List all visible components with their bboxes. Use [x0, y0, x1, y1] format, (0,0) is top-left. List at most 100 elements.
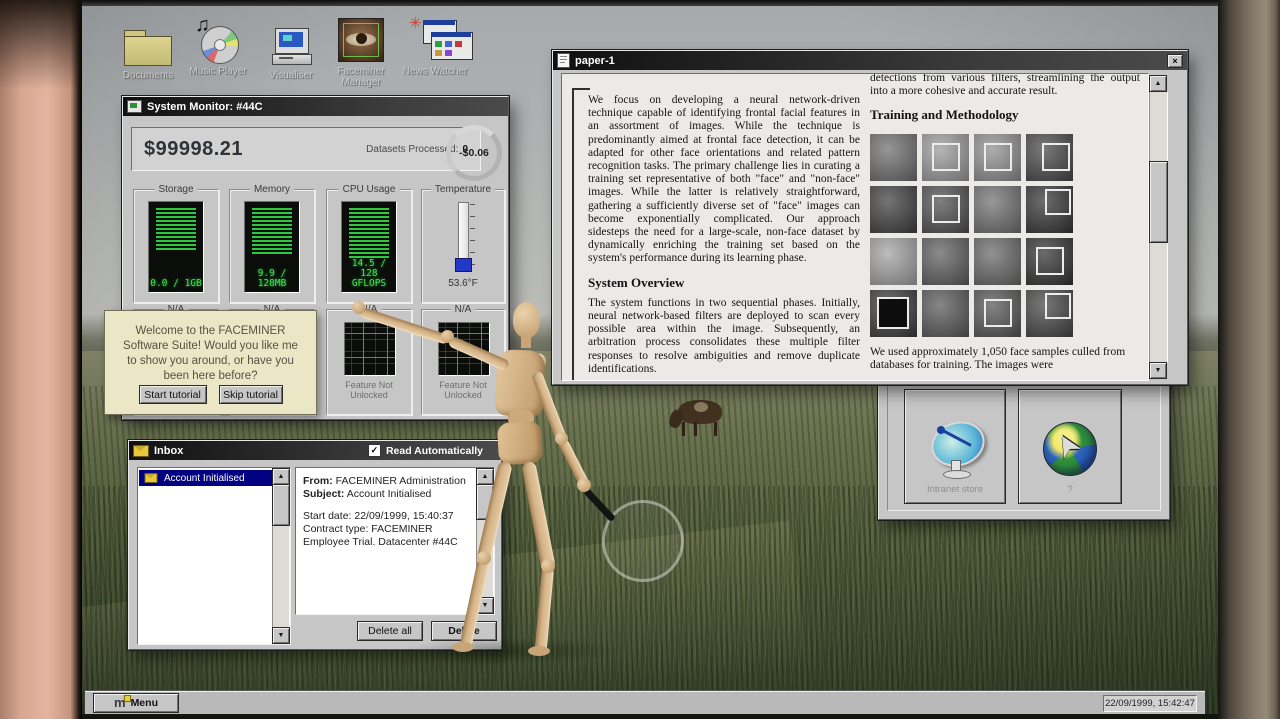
paper-page: We focus on developing a neural network-… [561, 73, 1149, 381]
paper-grid-caption: We used approximately 1,050 face samples… [870, 346, 1140, 372]
icon-label: Visualiser [258, 70, 324, 81]
icon-label: Documents [115, 70, 181, 81]
burst-icon: ✳ [409, 14, 422, 32]
taskbar: m Menu 22/09/1999, 15:42:47 [85, 691, 1205, 714]
document-icon [557, 53, 570, 68]
tutorial-tooltip: Welcome to the FACEMINER Software Suite!… [104, 310, 317, 415]
from-value: FACEMINER Administration [336, 475, 466, 487]
face-grid-tile [974, 290, 1021, 337]
cpu-label: CPU Usage [339, 184, 400, 195]
desktop-icon-documents[interactable]: Documents [115, 20, 181, 81]
close-icon[interactable]: × [1167, 54, 1183, 68]
face-grid-tile [1026, 134, 1073, 181]
monitor-bezel-left [0, 0, 82, 719]
paper-titlebar[interactable]: paper-1 × [553, 51, 1187, 70]
intranet-store-button[interactable]: Intranet store [904, 389, 1006, 504]
scroll-down-icon[interactable]: ▼ [476, 597, 494, 614]
menu-label: Menu [131, 697, 158, 709]
message-list-item[interactable]: Account Initialised [139, 470, 272, 486]
locked-grid-screen [344, 322, 396, 376]
cpu-value: 14.5 / 128 GFLOPS [342, 259, 396, 289]
balance-panel: $99998.21 Datasets Processed: 0 [131, 127, 481, 171]
detection-box [984, 143, 1012, 171]
scroll-up-icon[interactable]: ▲ [272, 468, 290, 485]
paper-column-2: detections from various filters, streaml… [870, 73, 1140, 130]
satellite-dish-icon [925, 420, 985, 478]
paper-scrollbar-thumb[interactable] [1149, 161, 1168, 243]
desktop-icon-faceminer[interactable]: Faceminer Manager [328, 16, 394, 88]
body-line: Employee Trial. Datacenter #44C [303, 536, 472, 549]
list-scrollbar-thumb[interactable] [272, 484, 290, 526]
temperature-panel: Temperature 53.6°F [421, 189, 505, 303]
face-grid-tile [870, 186, 917, 233]
face-grid-tile [870, 290, 917, 337]
paper-title: paper-1 [575, 55, 615, 67]
game-viewport: Documents ♫ Music Player [0, 0, 1280, 719]
music-notes-icon: ♫ [195, 14, 210, 37]
system-monitor-titlebar[interactable]: System Monitor: #44C [123, 97, 508, 116]
na-label: N/A [451, 304, 476, 315]
desktop-icon-visualiser[interactable]: Visualiser [258, 20, 324, 81]
locked-grid-screen [438, 322, 490, 376]
read-automatically-checkbox[interactable]: ✓ [368, 444, 381, 457]
menu-button[interactable]: m Menu [93, 693, 179, 713]
locked-caption: Feature Not Unlocked [327, 380, 411, 400]
inbox-window: Inbox ✓ Read Automatically Account Initi… [128, 440, 502, 650]
face-grid-tile [922, 238, 969, 285]
inbox-titlebar[interactable]: Inbox ✓ Read Automatically [129, 441, 501, 460]
temperature-thumb[interactable] [455, 258, 472, 272]
paper-heading-training: Training and Methodology [870, 108, 1140, 121]
scroll-up-icon[interactable]: ▲ [476, 468, 494, 485]
locked-panel-na-2: N/A Feature Not Unlocked [421, 309, 505, 415]
paper-paragraph: The system functions in two sequential p… [588, 297, 860, 376]
delete-all-button[interactable]: Delete all [357, 621, 423, 641]
read-automatically-label: Read Automatically [386, 445, 483, 457]
icon-label: News Watcher [402, 66, 468, 77]
scroll-up-icon[interactable]: ▲ [1149, 75, 1167, 92]
body-line: Contract type: FACEMINER [303, 523, 472, 536]
rate-gauge: -$0.06 [446, 125, 502, 181]
detail-scrollbar-thumb[interactable] [476, 484, 494, 520]
icon-label: Faceminer Manager [328, 66, 394, 88]
detection-box [1042, 143, 1070, 171]
rate-value: -$0.06 [459, 147, 489, 159]
face-grid-tile [974, 134, 1021, 181]
faceminer-logo-icon: m [114, 698, 126, 708]
eye-photo-icon [328, 16, 394, 62]
intranet-browser-button[interactable]: ➤ ? [1018, 389, 1122, 504]
detection-box [1045, 293, 1071, 319]
inbox-title: Inbox [154, 445, 183, 457]
start-tutorial-button[interactable]: Start tutorial [139, 385, 207, 404]
desktop-icon-music-player[interactable]: ♫ Music Player [185, 16, 251, 77]
delete-button[interactable]: Delete [431, 621, 497, 641]
locked-caption: Feature Not Unlocked [422, 380, 504, 400]
news-windows-icon: ✳ [402, 16, 468, 62]
storage-label: Storage [154, 184, 197, 195]
message-subject: Account Initialised [164, 473, 245, 484]
desktop-icon-news[interactable]: ✳ News Watcher [402, 16, 468, 77]
taskbar-clock: 22/09/1999, 15:42:47 [1103, 695, 1197, 712]
monitor-bezel-top [82, 0, 1218, 6]
storage-value: 0.0 / 1GB [149, 279, 203, 289]
locked-panel-na-1: N/A Feature Not Unlocked [326, 309, 412, 415]
temperature-ticks [470, 204, 475, 266]
envelope-icon [133, 445, 149, 457]
monitor-icon [127, 100, 142, 113]
memory-value: 9.9 / 128MB [245, 269, 299, 289]
na-label: N/A [357, 304, 382, 315]
detection-box [877, 297, 909, 329]
paper-window: paper-1 × We focus on developing a neura… [552, 50, 1188, 385]
folder-icon [115, 20, 181, 66]
detection-box [1045, 189, 1071, 215]
envelope-icon [145, 473, 158, 483]
face-grid-tile [1026, 290, 1073, 337]
system-monitor-title: System Monitor: #44C [147, 101, 263, 113]
globe-cursor-icon: ➤ [1041, 420, 1099, 478]
monitor-bezel-right [1218, 0, 1280, 719]
skip-tutorial-button[interactable]: Skip tutorial [219, 385, 283, 404]
scroll-down-icon[interactable]: ▼ [1149, 362, 1167, 379]
face-grid-tile [922, 134, 969, 181]
scroll-down-icon[interactable]: ▼ [272, 627, 290, 644]
from-label: From: [303, 475, 333, 487]
face-grid-tile [974, 238, 1021, 285]
